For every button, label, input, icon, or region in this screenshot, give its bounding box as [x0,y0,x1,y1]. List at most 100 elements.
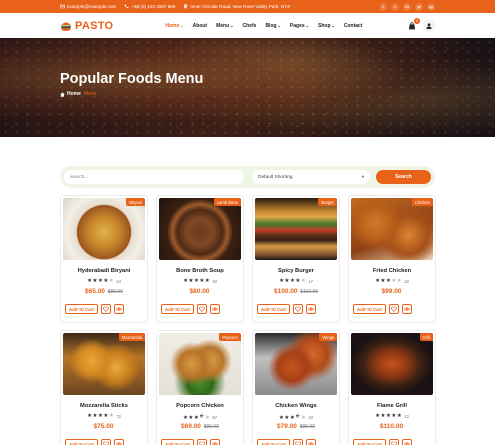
heart-icon [294,306,301,312]
twitter-icon[interactable]: t [391,2,399,11]
star-icon: ★ [204,278,210,284]
page-banner: Popular Foods Menu Home Menu [0,38,495,137]
breadcrumb-home[interactable]: Home [60,91,81,97]
user-account-button[interactable] [423,19,435,32]
product-title[interactable]: Popcorn Chicken [157,403,243,409]
wishlist-button[interactable] [292,439,303,445]
product-actions: Add To Cart [65,304,143,314]
wishlist-button[interactable] [196,439,207,445]
nav-chefs[interactable]: Chefs [243,23,257,29]
add-to-cart-button[interactable]: Add To Cart [353,304,386,314]
wishlist-button[interactable] [388,439,399,445]
product-card[interactable]: Wings Chicken Wings ★ ★ ★ ⯪ ★ 43 $79.00 $85.0… [252,330,340,445]
product-image[interactable]: Chicken [351,198,433,260]
search-input[interactable]: search... [64,170,244,184]
search-button[interactable]: Search [376,170,431,184]
review-count: 17 [308,278,313,284]
product-card[interactable]: Popcorn Popcorn Chicken ★ ★ ★ ⯪ ★ 57 $69.00 $… [156,330,244,445]
nav-blog[interactable]: Blog ⌄ [265,23,280,29]
add-to-cart-button[interactable]: Add To Cart [65,304,98,314]
quick-view-button[interactable] [401,304,412,314]
breadcrumb-current: Menu [83,91,97,97]
product-title[interactable]: Flame Grill [349,403,435,409]
phone-contact[interactable]: +88 (0) 123 4567 888 [124,4,175,9]
sort-select[interactable]: Default Shorting ▾ [252,170,370,184]
product-image[interactable]: Popcorn [159,333,241,395]
product-title[interactable]: Bone Broth Soup [157,268,243,274]
product-image[interactable]: Mozzarella [63,333,145,395]
user-icon [426,22,432,29]
quick-view-button[interactable] [305,439,316,445]
linkedin-icon[interactable]: in [403,2,411,11]
product-image[interactable]: Wings [255,333,337,395]
instagram-icon[interactable]: ig [427,2,435,11]
site-logo[interactable]: PASTO [60,20,113,32]
nav-home[interactable]: Home ⌄ [165,23,183,29]
current-price: $80.00 [189,288,210,295]
category-badge: Biryani [126,198,145,206]
youtube-icon[interactable]: yt [415,2,423,11]
add-to-cart-button[interactable]: Add To Cart [257,439,290,445]
product-card[interactable]: Mozzarella Mozzarella Sticks ★ ★ ★ ★ ★ 72 $75… [60,330,148,445]
product-title[interactable]: Spicy Burger [253,268,339,274]
quick-view-button[interactable] [113,304,124,314]
nav-shop[interactable]: Shop ⌄ [318,23,335,29]
current-price: $75.00 [93,423,114,430]
quick-view-button[interactable] [209,439,220,445]
chevron-down-icon: ⌄ [277,23,281,28]
add-to-cart-button[interactable]: Add To Cart [353,439,386,445]
product-title[interactable]: Hyderabadi Biryani [61,268,147,274]
star-icon: ★ [375,278,380,284]
product-image[interactable]: Biryani [63,198,145,260]
product-card[interactable]: Grill Flame Grill ★ ★ ★ ★ ★ 42 $110.00 Add To… [348,330,436,445]
email-contact[interactable]: example@example.com [60,4,116,9]
breadcrumb-home-label: Home [67,91,81,97]
review-count: 57 [212,415,218,420]
star-icon: ★ [193,414,199,421]
product-card[interactable]: Chicken Fried Chicken ★ ★ ★ ★ ★ 22 $99.00 Add… [348,195,436,323]
star-icon: ★ [385,413,391,419]
mail-icon [60,4,65,9]
wishlist-button[interactable] [292,304,303,314]
product-image[interactable]: Grill [351,333,433,395]
product-card[interactable]: Lamb Bone Bone Broth Soup ★ ★ ★ ★ ★ 30 $80.00… [156,195,244,323]
star-icon: ★ [193,278,199,284]
wishlist-button[interactable] [100,304,111,314]
quick-view-button[interactable] [209,304,220,314]
product-title[interactable]: Fried Chicken [349,268,435,274]
current-price: $79.00 [277,423,297,430]
cart-button[interactable]: 0 [407,17,420,31]
nav-pages[interactable]: Pages ⌄ [290,23,309,29]
add-to-cart-button[interactable]: Add To Cart [65,439,98,445]
product-title[interactable]: Chicken Wings [253,403,339,409]
product-card[interactable]: Biryani Hyderabadi Biryani ★ ★ ★ ★ ★ 24 $65.0… [60,195,148,323]
quick-view-button[interactable] [305,304,316,314]
heart-icon [102,306,109,312]
add-to-cart-button[interactable]: Add To Cart [257,304,290,314]
facebook-icon[interactable]: f [379,2,387,11]
product-title[interactable]: Mozzarella Sticks [61,403,147,409]
add-to-cart-button[interactable]: Add To Cart [161,304,194,314]
product-card[interactable]: Burger Spicy Burger ★ ★ ★ ★ ★ 17 $100.00 $110… [252,195,340,323]
wishlist-button[interactable] [196,304,207,314]
quick-view-button[interactable] [401,439,412,445]
add-to-cart-button[interactable]: Add To Cart [161,439,194,445]
category-badge: Lamb Bone [213,198,241,206]
eye-icon [307,307,314,311]
old-price: $80.00 [203,424,219,430]
product-actions: Add To Cart [353,304,431,314]
nav-about[interactable]: About [193,23,207,29]
location-pin-icon [184,4,188,9]
product-image[interactable]: Burger [255,198,337,260]
wishlist-button[interactable] [388,304,399,314]
star-icon: ★ [92,278,98,284]
quick-view-button[interactable] [113,439,124,445]
current-price: $65.00 [85,288,105,295]
wishlist-button[interactable] [100,439,111,445]
nav-contact[interactable]: Contact [344,23,363,29]
nav-menu[interactable]: Menu ⌄ [216,23,233,29]
nav-label: Blog [265,22,277,29]
product-image[interactable]: Lamb Bone [159,198,241,260]
product-rating: ★ ★ ★ ★ ★ 42 [349,413,435,419]
banner-overlay [0,38,495,137]
